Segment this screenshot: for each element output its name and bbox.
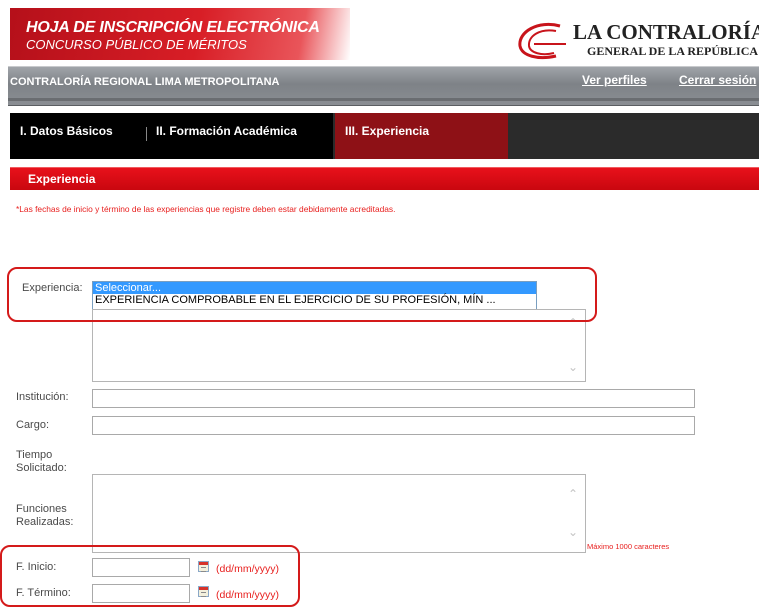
tiempo-label-line1: Tiempo bbox=[16, 449, 53, 461]
top-nav-divider bbox=[8, 98, 759, 101]
page-title: HOJA DE INSCRIPCIÓN ELECTRÓNICA bbox=[26, 19, 320, 36]
cargo-label: Cargo: bbox=[16, 419, 50, 431]
tab-formacion-academica[interactable]: II. Formación Académica bbox=[146, 113, 333, 159]
tab-separator bbox=[146, 127, 147, 141]
scroll-down-icon[interactable]: ⌄ bbox=[566, 526, 580, 538]
highlight-box-dates bbox=[0, 545, 300, 607]
ver-perfiles-link[interactable]: Ver perfiles bbox=[582, 73, 647, 87]
institucion-label: Institución: bbox=[16, 391, 69, 403]
institucion-input[interactable] bbox=[92, 389, 695, 408]
logo-name: LA CONTRALORÍA bbox=[573, 20, 759, 44]
tiempo-label: Tiempo Solicitado: bbox=[16, 449, 67, 475]
cerrar-sesion-link[interactable]: Cerrar sesión bbox=[679, 73, 756, 87]
tiempo-label-line2: Solicitado: bbox=[16, 462, 67, 474]
contraloria-logo-icon bbox=[518, 23, 566, 60]
scroll-down-icon[interactable]: ⌄ bbox=[566, 361, 580, 373]
region-label: CONTRALORÍA REGIONAL LIMA METROPOLITANA bbox=[10, 76, 280, 88]
cargo-input[interactable] bbox=[92, 416, 695, 435]
section-title: Experiencia bbox=[28, 172, 96, 186]
highlight-box-experiencia bbox=[7, 267, 597, 322]
tab-experiencia[interactable]: III. Experiencia bbox=[335, 113, 508, 159]
section-header bbox=[10, 167, 759, 190]
page-subtitle: CONCURSO PÚBLICO DE MÉRITOS bbox=[26, 37, 247, 52]
logo-subtitle: GENERAL DE LA REPÚBLICA bbox=[587, 44, 759, 58]
scroll-up-icon[interactable]: ⌃ bbox=[566, 488, 580, 500]
funciones-textarea[interactable]: ⌃ ⌄ bbox=[92, 474, 586, 553]
funciones-label-line1: Funciones bbox=[16, 503, 67, 515]
funciones-label: Funciones Realizadas: bbox=[16, 503, 73, 529]
dates-note: *Las fechas de inicio y término de las e… bbox=[16, 204, 396, 214]
funciones-max-hint: Máximo 1000 caracteres bbox=[587, 542, 670, 551]
tab-datos-basicos[interactable]: I. Datos Básicos bbox=[10, 113, 146, 159]
funciones-label-line2: Realizadas: bbox=[16, 516, 74, 528]
